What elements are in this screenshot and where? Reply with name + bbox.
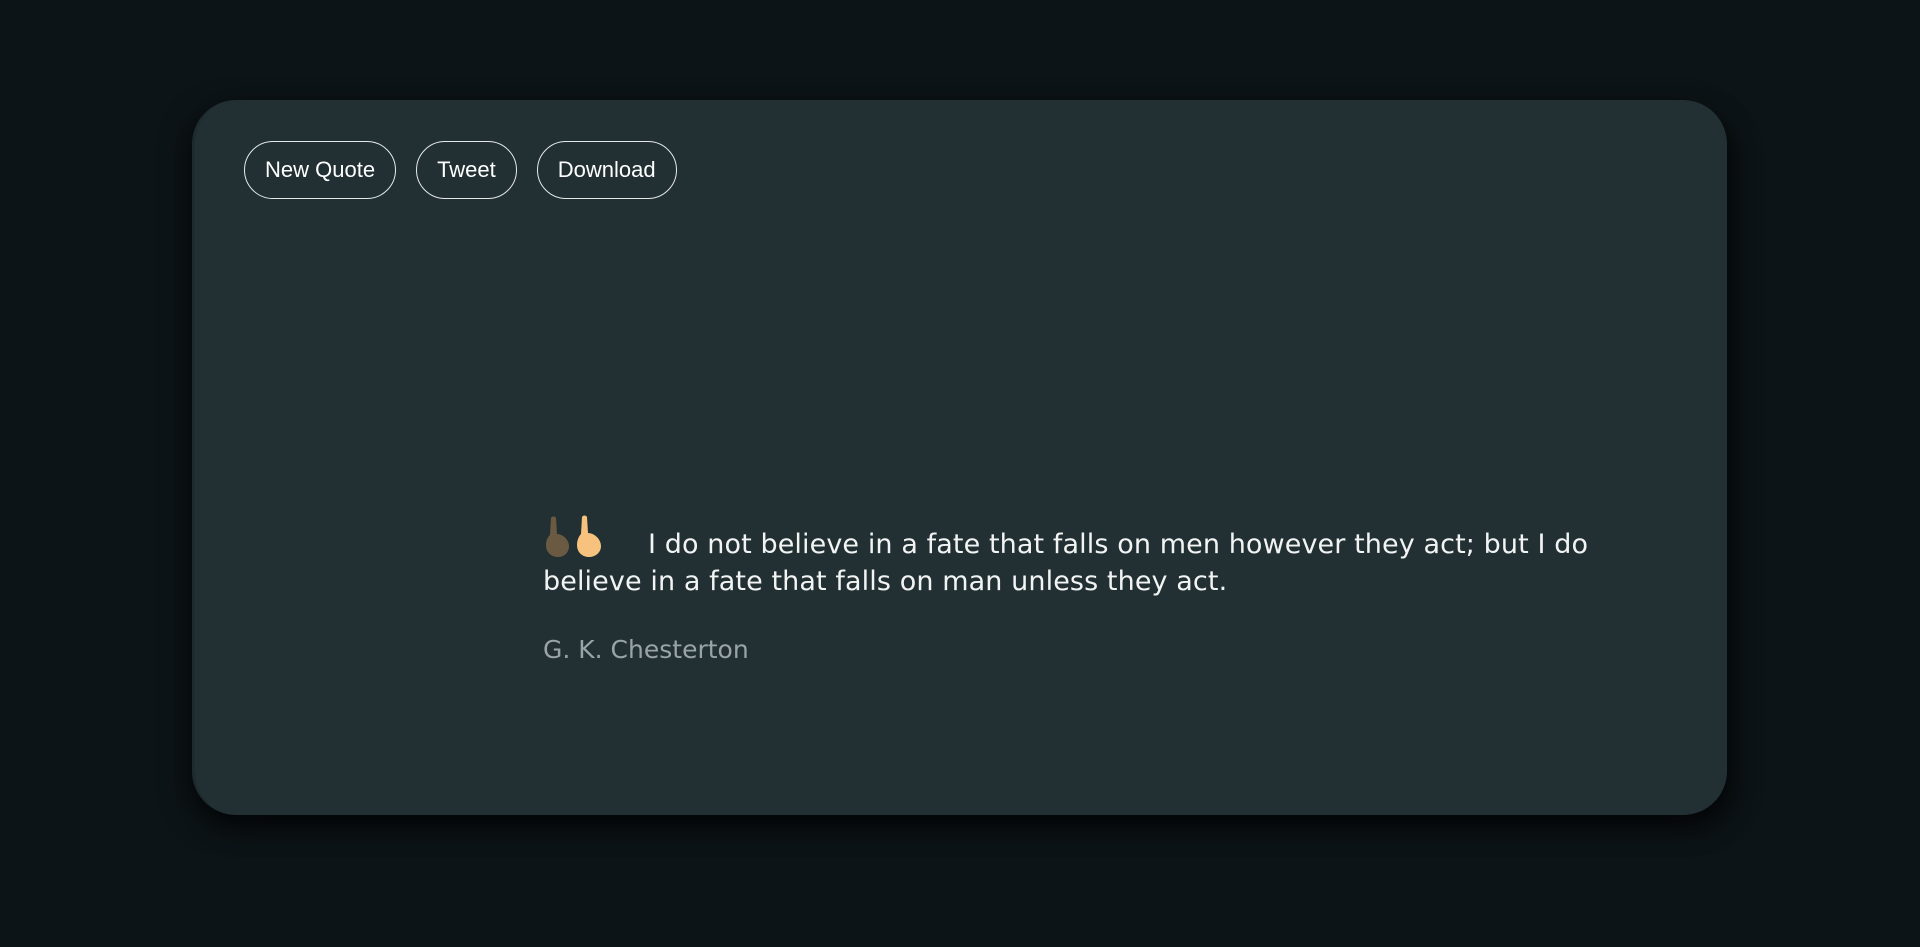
quote-block: I do not believe in a fate that falls on… xyxy=(543,515,1633,665)
quote-card: New Quote Tweet Download I do not believ… xyxy=(192,100,1727,815)
quote-text: I do not believe in a fate that falls on… xyxy=(543,529,1589,597)
toolbar: New Quote Tweet Download xyxy=(244,141,677,199)
download-button[interactable]: Download xyxy=(536,141,677,199)
tweet-button[interactable]: Tweet xyxy=(416,141,517,199)
new-quote-button[interactable]: New Quote xyxy=(244,141,397,199)
quote-author: G. K. Chesterton xyxy=(543,635,749,664)
